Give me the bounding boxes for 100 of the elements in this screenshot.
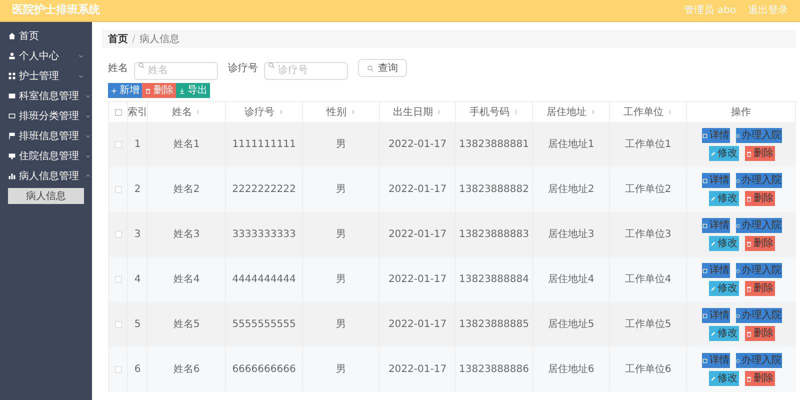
admit-button[interactable]: 办理入院: [736, 263, 782, 278]
pencil-icon: [710, 240, 716, 246]
edit-button[interactable]: 修改: [708, 191, 738, 206]
detail-button[interactable]: 详情: [702, 308, 730, 323]
table-cell-text: 13823888885: [459, 318, 529, 332]
table-cell-text: 男: [336, 183, 346, 197]
table-cell-text: 3333333333: [232, 228, 296, 242]
trash-icon: [144, 88, 150, 94]
edit-button[interactable]: 修改: [708, 146, 738, 161]
chevron-icon: [85, 133, 91, 139]
delete-button[interactable]: 删除: [744, 371, 774, 386]
document-icon: [736, 358, 740, 364]
submenu-item[interactable]: 病人信息: [8, 188, 84, 204]
table-cell-text: 男: [336, 318, 346, 332]
document-icon: [736, 222, 740, 228]
table-cell-text: 姓名6: [173, 363, 200, 377]
search-field[interactable]: 诊疗号: [264, 62, 348, 80]
field-label: 诊疗号: [228, 62, 258, 76]
grid-icon: [8, 72, 16, 80]
table-cell-text: 男: [336, 363, 346, 377]
column-header[interactable]: 诊疗号: [244, 104, 284, 120]
add-button[interactable]: 新增: [108, 83, 142, 98]
detail-button[interactable]: 详情: [702, 263, 730, 278]
sort-icon: [350, 109, 356, 115]
export-button[interactable]: 导出: [176, 83, 210, 98]
breadcrumb-item[interactable]: 首页: [108, 32, 128, 46]
document-icon: [702, 358, 708, 364]
table-cell-text: 居住地址3: [548, 228, 594, 242]
table-cell-text: 6: [134, 363, 141, 377]
admit-button[interactable]: 办理入院: [736, 308, 782, 323]
table-cell-text: 居住地址4: [548, 272, 594, 287]
edit-button[interactable]: 修改: [708, 371, 738, 386]
plus-icon: [110, 88, 116, 94]
sidebar-item[interactable]: 首页: [0, 26, 92, 46]
trash-icon: [746, 286, 752, 292]
flag-icon: [8, 132, 16, 140]
delete-button[interactable]: 删除: [142, 83, 176, 98]
table-cell-text: 姓名5: [173, 318, 200, 332]
sidebar-item[interactable]: 排班信息管理: [0, 126, 92, 146]
table-cell-text: 工作单位6: [624, 362, 672, 377]
admit-button[interactable]: 办理入院: [736, 128, 782, 143]
admit-button[interactable]: 办理入院: [736, 173, 782, 188]
select-all-checkbox[interactable]: [114, 108, 122, 116]
delete-button[interactable]: 删除: [744, 236, 774, 251]
table-cell-text: 居住地址2: [548, 182, 594, 197]
user-label: 管理员 abo: [684, 4, 736, 18]
sidebar-item[interactable]: 病人信息管理: [0, 166, 92, 186]
sidebar-item[interactable]: 排班分类管理: [0, 106, 92, 126]
table-cell-text: 2022-01-17: [388, 318, 447, 332]
column-header[interactable]: 居住地址: [546, 104, 596, 120]
column-header[interactable]: 姓名: [172, 104, 201, 120]
delete-button[interactable]: 删除: [744, 146, 774, 161]
row-checkbox[interactable]: [114, 276, 122, 283]
table-cell-text: 4: [134, 273, 141, 287]
column-header[interactable]: 性别: [326, 104, 356, 120]
detail-button[interactable]: 详情: [702, 173, 730, 188]
table-cell-text: 2022-01-17: [388, 363, 447, 377]
table-cell-text: 2022-01-17: [388, 228, 447, 242]
search-icon: [367, 64, 374, 72]
table-cell-text: 工作单位5: [624, 318, 672, 332]
column-header[interactable]: 手机号码: [470, 104, 518, 120]
download-icon: [178, 88, 184, 94]
delete-button[interactable]: 删除: [744, 326, 774, 341]
sidebar-item[interactable]: 住院信息管理: [0, 146, 92, 166]
row-checkbox[interactable]: [114, 366, 122, 373]
document-icon: [736, 268, 740, 274]
table-cell-text: 姓名3: [173, 228, 200, 242]
sidebar-item[interactable]: 护士管理: [0, 66, 92, 86]
table-cell-text: 男: [336, 138, 346, 152]
row-checkbox[interactable]: [114, 231, 122, 238]
column-header[interactable]: 出生日期: [393, 104, 442, 120]
detail-button[interactable]: 详情: [702, 128, 730, 143]
search-field[interactable]: 姓名: [134, 62, 218, 80]
document-icon: [736, 312, 740, 318]
trash-icon: [746, 196, 752, 202]
column-header: 操作: [731, 106, 751, 120]
document-icon: [702, 222, 708, 228]
admit-button[interactable]: 办理入院: [736, 353, 782, 368]
query-button[interactable]: 查询: [358, 59, 407, 77]
delete-button[interactable]: 删除: [744, 281, 774, 296]
sidebar-item[interactable]: 个人中心: [0, 46, 92, 66]
table-cell-text: 5555555555: [232, 318, 296, 332]
column-header[interactable]: 工作单位: [624, 104, 672, 120]
table-cell-text: 3: [134, 228, 141, 242]
edit-button[interactable]: 修改: [708, 326, 738, 341]
edit-button[interactable]: 修改: [708, 236, 738, 251]
pencil-icon: [710, 196, 716, 202]
detail-button[interactable]: 详情: [702, 353, 730, 368]
row-checkbox[interactable]: [114, 321, 122, 328]
table-cell-text: 2022-01-17: [388, 273, 447, 287]
admit-button[interactable]: 办理入院: [736, 218, 782, 233]
row-checkbox[interactable]: [114, 141, 122, 148]
delete-button[interactable]: 删除: [744, 191, 774, 206]
table-cell-text: 2222222222: [232, 183, 296, 197]
row-checkbox[interactable]: [114, 186, 122, 193]
edit-button[interactable]: 修改: [708, 281, 738, 296]
sidebar-item[interactable]: 科室信息管理: [0, 86, 92, 106]
detail-button[interactable]: 详情: [702, 218, 730, 233]
document-icon: [702, 178, 708, 184]
table-cell-text: 居住地址6: [548, 362, 594, 377]
